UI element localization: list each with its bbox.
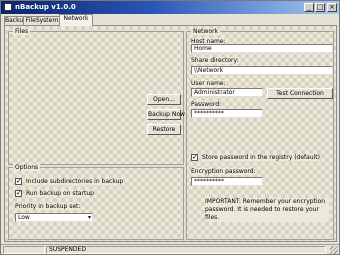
chevron-down-icon: ▾ [87, 214, 91, 221]
application-window: nBackup v1.0.0 _ □ × Backup FileSystem N… [0, 0, 340, 255]
include-subdirs-label: Include subdirectories in backup [26, 178, 124, 185]
network-group-legend: Network [191, 28, 221, 35]
share-label: Share directory: [191, 57, 239, 64]
encryption-password-label: Encryption password: [191, 168, 256, 175]
app-icon [4, 3, 12, 11]
test-connection-button[interactable]: Test Connection [267, 88, 333, 99]
priority-value: Low [18, 214, 30, 221]
run-on-startup-label: Run backup on startup [26, 190, 94, 197]
status-text: SUSPENDED [46, 246, 326, 254]
priority-select[interactable]: Low ▾ [15, 213, 93, 222]
files-group-legend: Files [13, 28, 31, 35]
restore-button[interactable]: Restore [147, 124, 181, 135]
window-title: nBackup v1.0.0 [15, 3, 76, 11]
password-label: Password: [191, 101, 222, 108]
run-on-startup-checkbox[interactable]: ✓ [15, 190, 22, 197]
status-bar: SUSPENDED [1, 244, 339, 255]
store-password-checkbox[interactable]: ✓ [191, 154, 198, 161]
tab-page: Files Open... Backup Now Restore Options… [4, 25, 337, 242]
open-button[interactable]: Open... [147, 94, 181, 105]
include-subdirs-checkbox[interactable]: ✓ [15, 178, 22, 185]
tab-network[interactable]: Network [59, 14, 93, 26]
resize-grip-icon[interactable] [330, 246, 338, 254]
user-label: User name: [191, 80, 226, 87]
password-input[interactable]: ********** [191, 109, 263, 118]
status-cell-empty [3, 246, 45, 254]
store-password-label: Store password in the registry (default) [202, 154, 320, 161]
backup-now-button[interactable]: Backup Now [147, 109, 185, 120]
close-button[interactable]: × [327, 3, 337, 12]
priority-label: Priority in backup set: [15, 203, 81, 210]
title-bar: nBackup v1.0.0 _ □ × [1, 1, 339, 14]
minimize-icon: _ [307, 3, 311, 11]
minimize-button[interactable]: _ [304, 3, 314, 12]
options-group-legend: Options [13, 164, 41, 171]
share-input[interactable]: \\Network [191, 66, 333, 75]
user-input[interactable]: Administrator [191, 88, 263, 97]
maximize-icon: □ [316, 3, 324, 11]
maximize-button[interactable]: □ [315, 3, 325, 12]
options-group: Options [8, 164, 184, 240]
encryption-password-input[interactable]: ********** [191, 177, 263, 186]
close-icon: × [329, 3, 335, 11]
important-note: IMPORTANT: Remember your encryption pass… [205, 198, 329, 222]
host-input[interactable]: Home [191, 44, 333, 53]
